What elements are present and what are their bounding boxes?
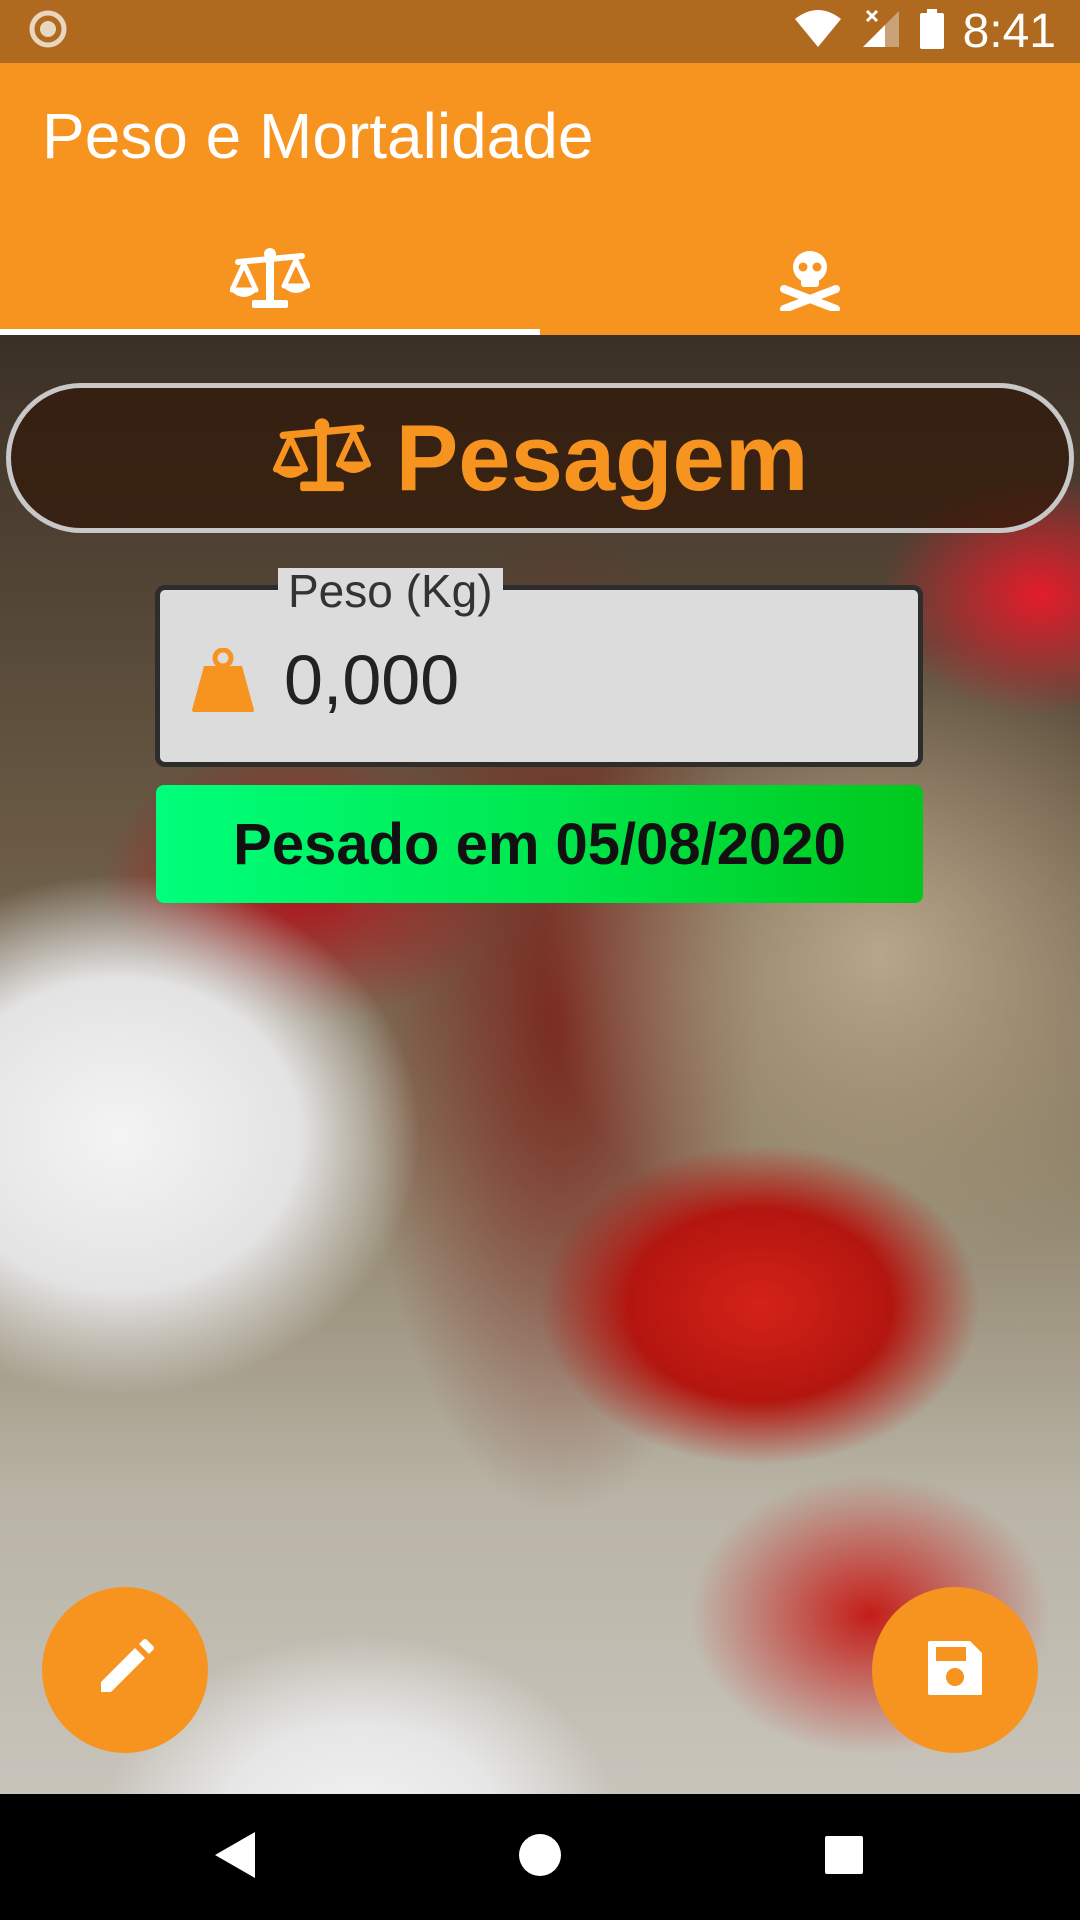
edit-button[interactable] bbox=[42, 1587, 208, 1753]
tab-bar bbox=[0, 228, 1080, 335]
recents-button[interactable] bbox=[784, 1794, 904, 1920]
home-icon bbox=[518, 1833, 562, 1882]
save-button[interactable] bbox=[872, 1587, 1038, 1753]
app-title: Peso e Mortalidade bbox=[42, 100, 594, 172]
status-bar: 8:41 bbox=[0, 0, 1080, 63]
back-icon bbox=[213, 1830, 257, 1885]
weighed-date-label: Pesado em 05/08/2020 bbox=[233, 811, 846, 877]
recents-icon bbox=[824, 1835, 864, 1880]
skull-crossbones-icon bbox=[780, 247, 840, 316]
scale-icon bbox=[229, 246, 311, 317]
back-button[interactable] bbox=[175, 1794, 295, 1920]
record-icon bbox=[28, 9, 68, 54]
tab-mortality[interactable] bbox=[540, 228, 1080, 335]
weight-input[interactable]: 0,000 bbox=[284, 640, 459, 720]
section-header: Pesagem bbox=[6, 383, 1074, 533]
content-area: Pesagem Peso (Kg) 0,000 Pesado em 05/08/… bbox=[0, 335, 1080, 1794]
signal-icon bbox=[861, 9, 901, 54]
weight-field-label: Peso (Kg) bbox=[278, 568, 503, 614]
navigation-bar bbox=[0, 1794, 1080, 1920]
status-time: 8:41 bbox=[962, 5, 1056, 58]
app-bar: Peso e Mortalidade bbox=[0, 63, 1080, 335]
pencil-icon bbox=[95, 1638, 155, 1703]
weight-field[interactable]: Peso (Kg) 0,000 bbox=[155, 568, 923, 767]
weight-icon bbox=[190, 647, 256, 719]
tab-weighing[interactable] bbox=[0, 228, 540, 335]
wifi-icon bbox=[793, 9, 843, 54]
section-title: Pesagem bbox=[395, 405, 809, 510]
battery-icon bbox=[919, 9, 945, 54]
floppy-disk-icon bbox=[926, 1639, 984, 1702]
home-button[interactable] bbox=[480, 1794, 600, 1920]
scale-icon bbox=[272, 416, 372, 501]
weighed-date-button[interactable]: Pesado em 05/08/2020 bbox=[156, 785, 923, 903]
